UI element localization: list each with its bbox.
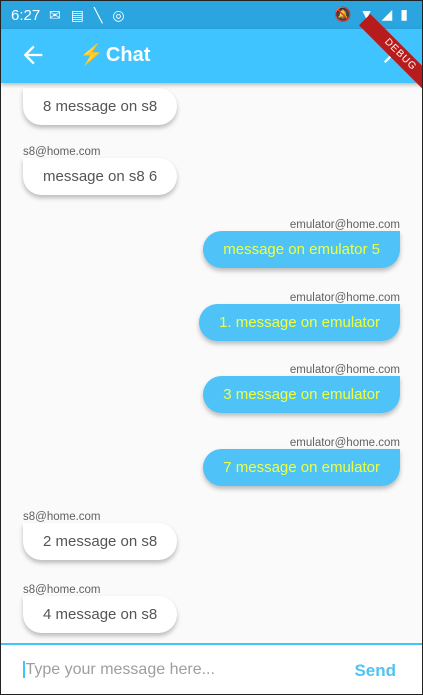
message-list[interactable]: 8 message on s8 s8@home.com message on s… (1, 83, 422, 643)
message-bubble: 4 message on s8 (23, 596, 178, 633)
lightning-icon: ⚡ (79, 44, 104, 66)
message-composer: Type your message here... Send (1, 643, 422, 694)
notification-icons: ✉ ▤ ╲ ◎ (49, 7, 125, 24)
sender-label: emulator@home.com (289, 437, 400, 449)
page-title: ⚡ Chat (79, 44, 151, 66)
message-item: s8@home.com 2 message on s8 (23, 511, 178, 560)
sender-label: s8@home.com (23, 584, 101, 596)
battery-icon: ▮ (400, 6, 408, 22)
pen-icon: ╲ (93, 7, 103, 23)
mute-icon: 🔕 (334, 6, 352, 22)
message-bubble: 3 message on emulator (203, 376, 400, 413)
message-item: emulator@home.com 1. message on emulator (199, 292, 400, 341)
sender-label: emulator@home.com (289, 219, 400, 231)
message-item: emulator@home.com 7 message on emulator (203, 437, 400, 486)
gmail-icon: ✉ (49, 7, 61, 23)
news-icon: ▤ (70, 7, 84, 23)
message-item: emulator@home.com message on emulator 5 (203, 219, 400, 268)
send-button[interactable]: Send (354, 661, 396, 681)
message-item: 8 message on s8 (23, 88, 178, 125)
back-arrow-icon[interactable] (19, 41, 47, 69)
app-bar: ⚡ Chat DEBUG (1, 13, 422, 97)
message-bubble: 2 message on s8 (23, 523, 178, 560)
message-bubble: message on emulator 5 (203, 231, 400, 268)
message-bubble: 7 message on emulator (203, 449, 400, 486)
message-bubble: 1. message on emulator (199, 304, 400, 341)
message-bubble: 8 message on s8 (23, 88, 178, 125)
sync-icon: ◎ (112, 7, 125, 23)
status-time: 6:27 (11, 7, 41, 24)
message-item: s8@home.com 4 message on s8 (23, 584, 178, 633)
sender-label: emulator@home.com (289, 292, 400, 304)
signal-icon: ◢ (381, 6, 393, 22)
app-window: 6:27 ✉ ▤ ╲ ◎ 🔕 ▼ ◢ ▮ ⚡ Chat DEBUG 8 messa… (0, 0, 423, 695)
message-input[interactable]: Type your message here... (23, 661, 215, 679)
message-item: s8@home.com message on s8 6 (23, 146, 178, 195)
message-bubble: message on s8 6 (23, 158, 178, 195)
sender-label: emulator@home.com (289, 364, 400, 376)
text-caret (23, 661, 25, 679)
sender-label: s8@home.com (23, 511, 101, 523)
sender-label: s8@home.com (23, 146, 101, 158)
message-item: emulator@home.com 3 message on emulator (203, 364, 400, 413)
